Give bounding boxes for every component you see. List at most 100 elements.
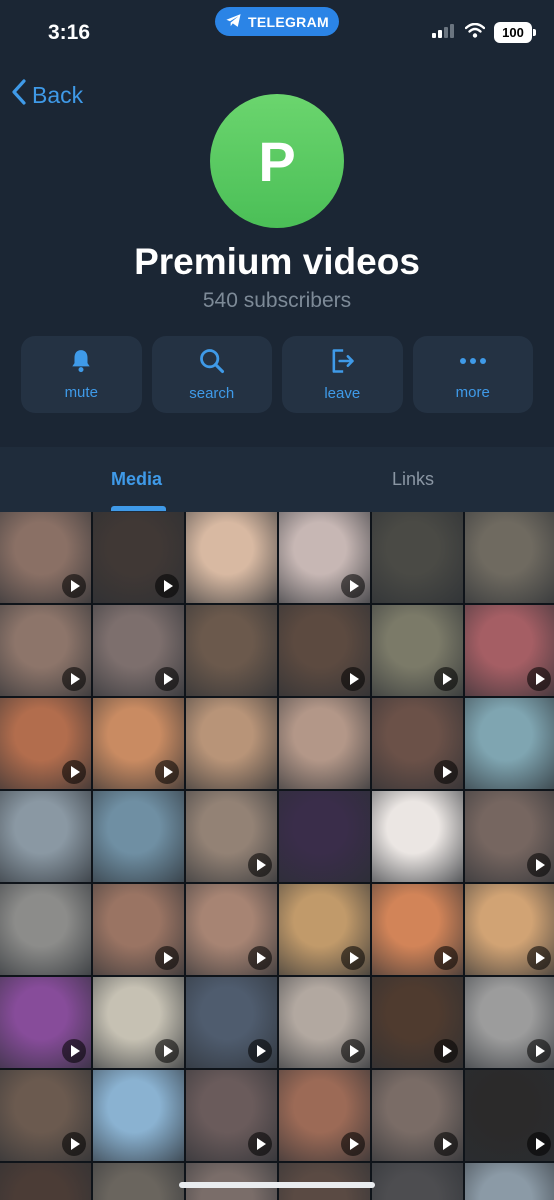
- channel-title: Premium videos: [134, 241, 420, 282]
- media-thumbnail[interactable]: [279, 791, 370, 882]
- media-thumbnail[interactable]: [186, 884, 277, 975]
- play-icon: [155, 574, 179, 598]
- media-thumbnail[interactable]: [465, 791, 554, 882]
- media-thumbnail[interactable]: [93, 1070, 184, 1161]
- mute-label: mute: [64, 384, 98, 401]
- media-thumbnail[interactable]: [0, 512, 91, 603]
- media-thumbnail[interactable]: [279, 1070, 370, 1161]
- search-icon: [198, 347, 226, 379]
- leave-button[interactable]: leave: [282, 336, 403, 413]
- media-thumbnail[interactable]: [93, 977, 184, 1068]
- telegram-pill-label: TELEGRAM: [248, 13, 329, 30]
- play-icon: [248, 1039, 272, 1063]
- action-buttons: mute search leave more: [21, 336, 533, 413]
- media-thumbnail[interactable]: [372, 791, 463, 882]
- play-icon: [527, 853, 551, 877]
- subscriber-count: 540 subscribers: [202, 289, 352, 312]
- play-icon: [62, 667, 86, 691]
- media-thumbnail[interactable]: [279, 698, 370, 789]
- media-thumbnail[interactable]: [0, 1070, 91, 1161]
- play-icon: [155, 760, 179, 784]
- battery-indicator: 100: [494, 22, 536, 43]
- media-thumbnail[interactable]: [465, 1163, 554, 1200]
- media-thumbnail[interactable]: [372, 605, 463, 696]
- tab-media[interactable]: Media: [111, 469, 162, 490]
- media-thumbnail[interactable]: [279, 512, 370, 603]
- media-thumbnail[interactable]: [465, 605, 554, 696]
- play-icon: [341, 1039, 365, 1063]
- play-icon: [341, 574, 365, 598]
- media-thumbnail[interactable]: [0, 698, 91, 789]
- wifi-icon: [464, 22, 486, 43]
- play-icon: [434, 667, 458, 691]
- play-icon: [62, 760, 86, 784]
- mute-button[interactable]: mute: [21, 336, 142, 413]
- signal-icon: [432, 23, 456, 43]
- media-thumbnail[interactable]: [186, 791, 277, 882]
- play-icon: [62, 1039, 86, 1063]
- back-button[interactable]: Back: [10, 78, 83, 112]
- media-thumbnail[interactable]: [0, 977, 91, 1068]
- media-thumbnail[interactable]: [93, 605, 184, 696]
- tab-links[interactable]: Links: [392, 469, 434, 490]
- play-icon: [434, 946, 458, 970]
- media-thumbnail[interactable]: [0, 884, 91, 975]
- media-thumbnail[interactable]: [186, 512, 277, 603]
- media-thumbnail[interactable]: [372, 512, 463, 603]
- media-thumbnail[interactable]: [186, 1070, 277, 1161]
- bell-icon: [68, 348, 94, 378]
- media-grid: [0, 512, 554, 1200]
- media-thumbnail[interactable]: [372, 1070, 463, 1161]
- home-indicator: [179, 1182, 375, 1188]
- media-thumbnail[interactable]: [372, 1163, 463, 1200]
- media-thumbnail[interactable]: [279, 884, 370, 975]
- media-thumbnail[interactable]: [465, 512, 554, 603]
- media-thumbnail[interactable]: [0, 605, 91, 696]
- search-button[interactable]: search: [151, 336, 272, 413]
- search-label: search: [189, 385, 235, 402]
- media-thumbnail[interactable]: [465, 977, 554, 1068]
- media-thumbnail[interactable]: [465, 698, 554, 789]
- media-thumbnail[interactable]: [465, 884, 554, 975]
- active-tab-indicator: [111, 506, 166, 511]
- channel-avatar: P: [210, 94, 344, 228]
- more-button[interactable]: more: [412, 336, 533, 413]
- media-thumbnail[interactable]: [93, 1163, 184, 1200]
- play-icon: [155, 667, 179, 691]
- more-label: more: [455, 384, 490, 401]
- media-thumbnail[interactable]: [93, 791, 184, 882]
- status-bar: 3:16 TELEGRAM 100: [0, 0, 554, 62]
- media-thumbnail[interactable]: [93, 698, 184, 789]
- media-thumbnail[interactable]: [0, 791, 91, 882]
- play-icon: [434, 1039, 458, 1063]
- play-icon: [155, 1039, 179, 1063]
- play-icon: [62, 1132, 86, 1156]
- media-thumbnail[interactable]: [279, 605, 370, 696]
- play-icon: [341, 946, 365, 970]
- play-icon: [155, 946, 179, 970]
- play-icon: [527, 1039, 551, 1063]
- media-thumbnail[interactable]: [186, 698, 277, 789]
- play-icon: [248, 1132, 272, 1156]
- system-icons: 100: [432, 22, 536, 43]
- media-thumbnail[interactable]: [186, 605, 277, 696]
- media-thumbnail[interactable]: [93, 512, 184, 603]
- telegram-pill[interactable]: TELEGRAM: [215, 7, 339, 36]
- status-time: 3:16: [48, 21, 91, 44]
- telegram-icon: [225, 13, 242, 31]
- media-thumbnail[interactable]: [186, 977, 277, 1068]
- media-thumbnail[interactable]: [465, 1070, 554, 1161]
- play-icon: [248, 946, 272, 970]
- media-thumbnail[interactable]: [372, 698, 463, 789]
- play-icon: [341, 667, 365, 691]
- media-thumbnail[interactable]: [0, 1163, 91, 1200]
- play-icon: [434, 760, 458, 784]
- media-thumbnail[interactable]: [372, 884, 463, 975]
- leave-label: leave: [324, 385, 361, 402]
- play-icon: [527, 1132, 551, 1156]
- media-thumbnail[interactable]: [93, 884, 184, 975]
- play-icon: [248, 853, 272, 877]
- media-thumbnail[interactable]: [372, 977, 463, 1068]
- back-label: Back: [32, 81, 84, 108]
- media-thumbnail[interactable]: [279, 977, 370, 1068]
